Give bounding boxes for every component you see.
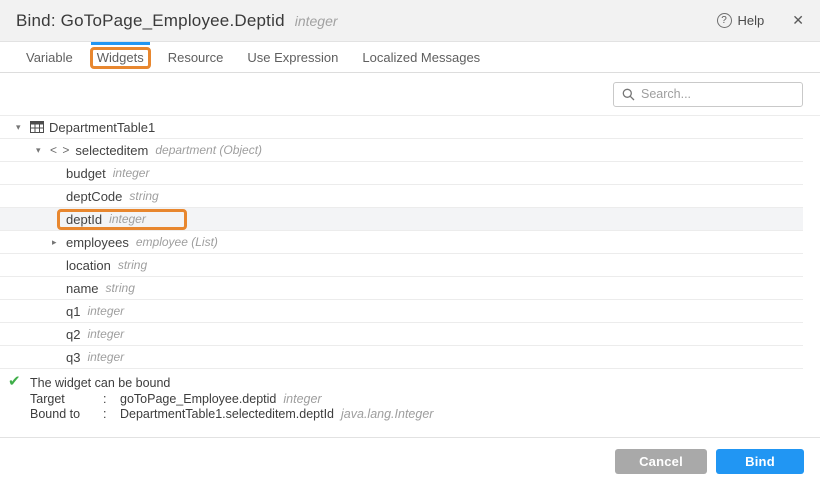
- node-name: deptCode: [66, 189, 122, 204]
- expander-icon[interactable]: ▾: [36, 145, 50, 156]
- node-name: name: [66, 281, 99, 296]
- tab-widgets[interactable]: Widgets: [85, 42, 156, 72]
- status-separator: :: [103, 392, 120, 408]
- tab-resource[interactable]: Resource: [156, 42, 236, 72]
- node-type: integer: [87, 350, 124, 364]
- tree-row-q3[interactable]: q3 integer: [0, 346, 803, 369]
- help-button[interactable]: ? Help: [717, 13, 765, 28]
- tab-bar: Variable Widgets Resource Use Expression…: [0, 42, 820, 73]
- status-value: goToPage_Employee.deptid: [120, 392, 276, 408]
- help-icon: ?: [717, 13, 732, 28]
- tab-label: Localized Messages: [362, 50, 480, 65]
- node-content: name string: [66, 281, 135, 296]
- active-tab-indicator: [91, 42, 150, 45]
- status-value-type: integer: [283, 392, 321, 408]
- bind-dialog: Bind: GoToPage_Employee.Deptid integer ?…: [0, 0, 820, 487]
- tab-localized-messages[interactable]: Localized Messages: [350, 42, 492, 72]
- tree-row-q2[interactable]: q2 integer: [0, 323, 803, 346]
- node-content: deptCode string: [66, 189, 159, 204]
- node-name: q1: [66, 304, 80, 319]
- dialog-titlebar: Bind: GoToPage_Employee.Deptid integer ?…: [0, 0, 820, 42]
- dialog-footer: Cancel Bind: [0, 437, 820, 487]
- tree-row-selecteditem[interactable]: ▾ < > selecteditem department (Object): [0, 139, 803, 162]
- node-content: budget integer: [66, 166, 149, 181]
- tree-row-q1[interactable]: q1 integer: [0, 300, 803, 323]
- node-content: deptId integer: [57, 209, 187, 230]
- tab-label: Use Expression: [247, 50, 338, 65]
- status-row: Bound to : DepartmentTable1.selecteditem…: [30, 407, 820, 423]
- node-content: selecteditem department (Object): [75, 143, 262, 158]
- titlebar-actions: ? Help ✕: [717, 12, 804, 29]
- node-content: q2 integer: [66, 327, 124, 342]
- widget-tree: ▾ DepartmentTable1 ▾ < > sel: [0, 116, 803, 369]
- search-row: [0, 73, 820, 116]
- status-rows: Target : goToPage_Employee.deptid intege…: [30, 392, 820, 423]
- node-type: employee (List): [136, 235, 218, 249]
- tab-use-expression[interactable]: Use Expression: [235, 42, 350, 72]
- status-label: Target: [30, 392, 103, 408]
- search-input[interactable]: [641, 87, 794, 101]
- close-icon[interactable]: ✕: [792, 12, 804, 29]
- node-name: deptId: [66, 212, 102, 227]
- node-name: location: [66, 258, 111, 273]
- node-name: q2: [66, 327, 80, 342]
- tree-row-budget[interactable]: budget integer: [0, 162, 803, 185]
- search-box[interactable]: [613, 82, 803, 107]
- node-name: q3: [66, 350, 80, 365]
- status-value: DepartmentTable1.selecteditem.deptId: [120, 407, 334, 423]
- node-type: string: [118, 258, 147, 272]
- node-type: integer: [109, 212, 146, 226]
- status-message: The widget can be bound: [30, 376, 820, 392]
- search-icon: [622, 88, 635, 101]
- status-label: Bound to: [30, 407, 103, 423]
- node-content: q1 integer: [66, 304, 124, 319]
- node-type: string: [129, 189, 158, 203]
- tree-row-location[interactable]: location string: [0, 254, 803, 277]
- expander-icon[interactable]: ▾: [16, 122, 30, 133]
- node-type: integer: [113, 166, 150, 180]
- check-icon: ✔: [8, 374, 21, 390]
- node-type: string: [106, 281, 135, 295]
- expander-icon[interactable]: ▸: [52, 237, 66, 248]
- bind-button[interactable]: Bind: [716, 449, 804, 474]
- cancel-button[interactable]: Cancel: [615, 449, 707, 474]
- dialog-title: Bind: GoToPage_Employee.Deptid: [16, 11, 285, 31]
- angle-brackets-icon: < >: [50, 143, 70, 157]
- tab-variable[interactable]: Variable: [14, 42, 85, 72]
- tab-label: Variable: [26, 50, 73, 65]
- node-name: budget: [66, 166, 106, 181]
- binding-status: ✔ The widget can be bound Target : goToP…: [0, 369, 820, 423]
- node-content: DepartmentTable1: [49, 120, 155, 135]
- node-name: employees: [66, 235, 129, 250]
- node-content: employees employee (List): [66, 235, 218, 250]
- status-separator: :: [103, 407, 120, 423]
- tree-row-name[interactable]: name string: [0, 277, 803, 300]
- node-name: DepartmentTable1: [49, 120, 155, 135]
- help-label: Help: [738, 13, 765, 28]
- node-type: integer: [87, 304, 124, 318]
- node-type: integer: [87, 327, 124, 341]
- status-row: Target : goToPage_Employee.deptid intege…: [30, 392, 820, 408]
- tree-row-employees[interactable]: ▸ employees employee (List): [0, 231, 803, 254]
- tree-row-departmenttable1[interactable]: ▾ DepartmentTable1: [0, 116, 803, 139]
- node-name: selecteditem: [75, 143, 148, 158]
- node-content: q3 integer: [66, 350, 124, 365]
- tab-label: Resource: [168, 50, 224, 65]
- node-type: department (Object): [155, 143, 262, 157]
- tree-row-deptid[interactable]: deptId integer: [0, 208, 803, 231]
- dialog-title-type: integer: [295, 13, 338, 29]
- table-icon: [30, 121, 44, 133]
- tree-row-deptcode[interactable]: deptCode string: [0, 185, 803, 208]
- node-content: location string: [66, 258, 147, 273]
- status-value-type: java.lang.Integer: [341, 407, 433, 423]
- tab-label: Widgets: [97, 50, 144, 65]
